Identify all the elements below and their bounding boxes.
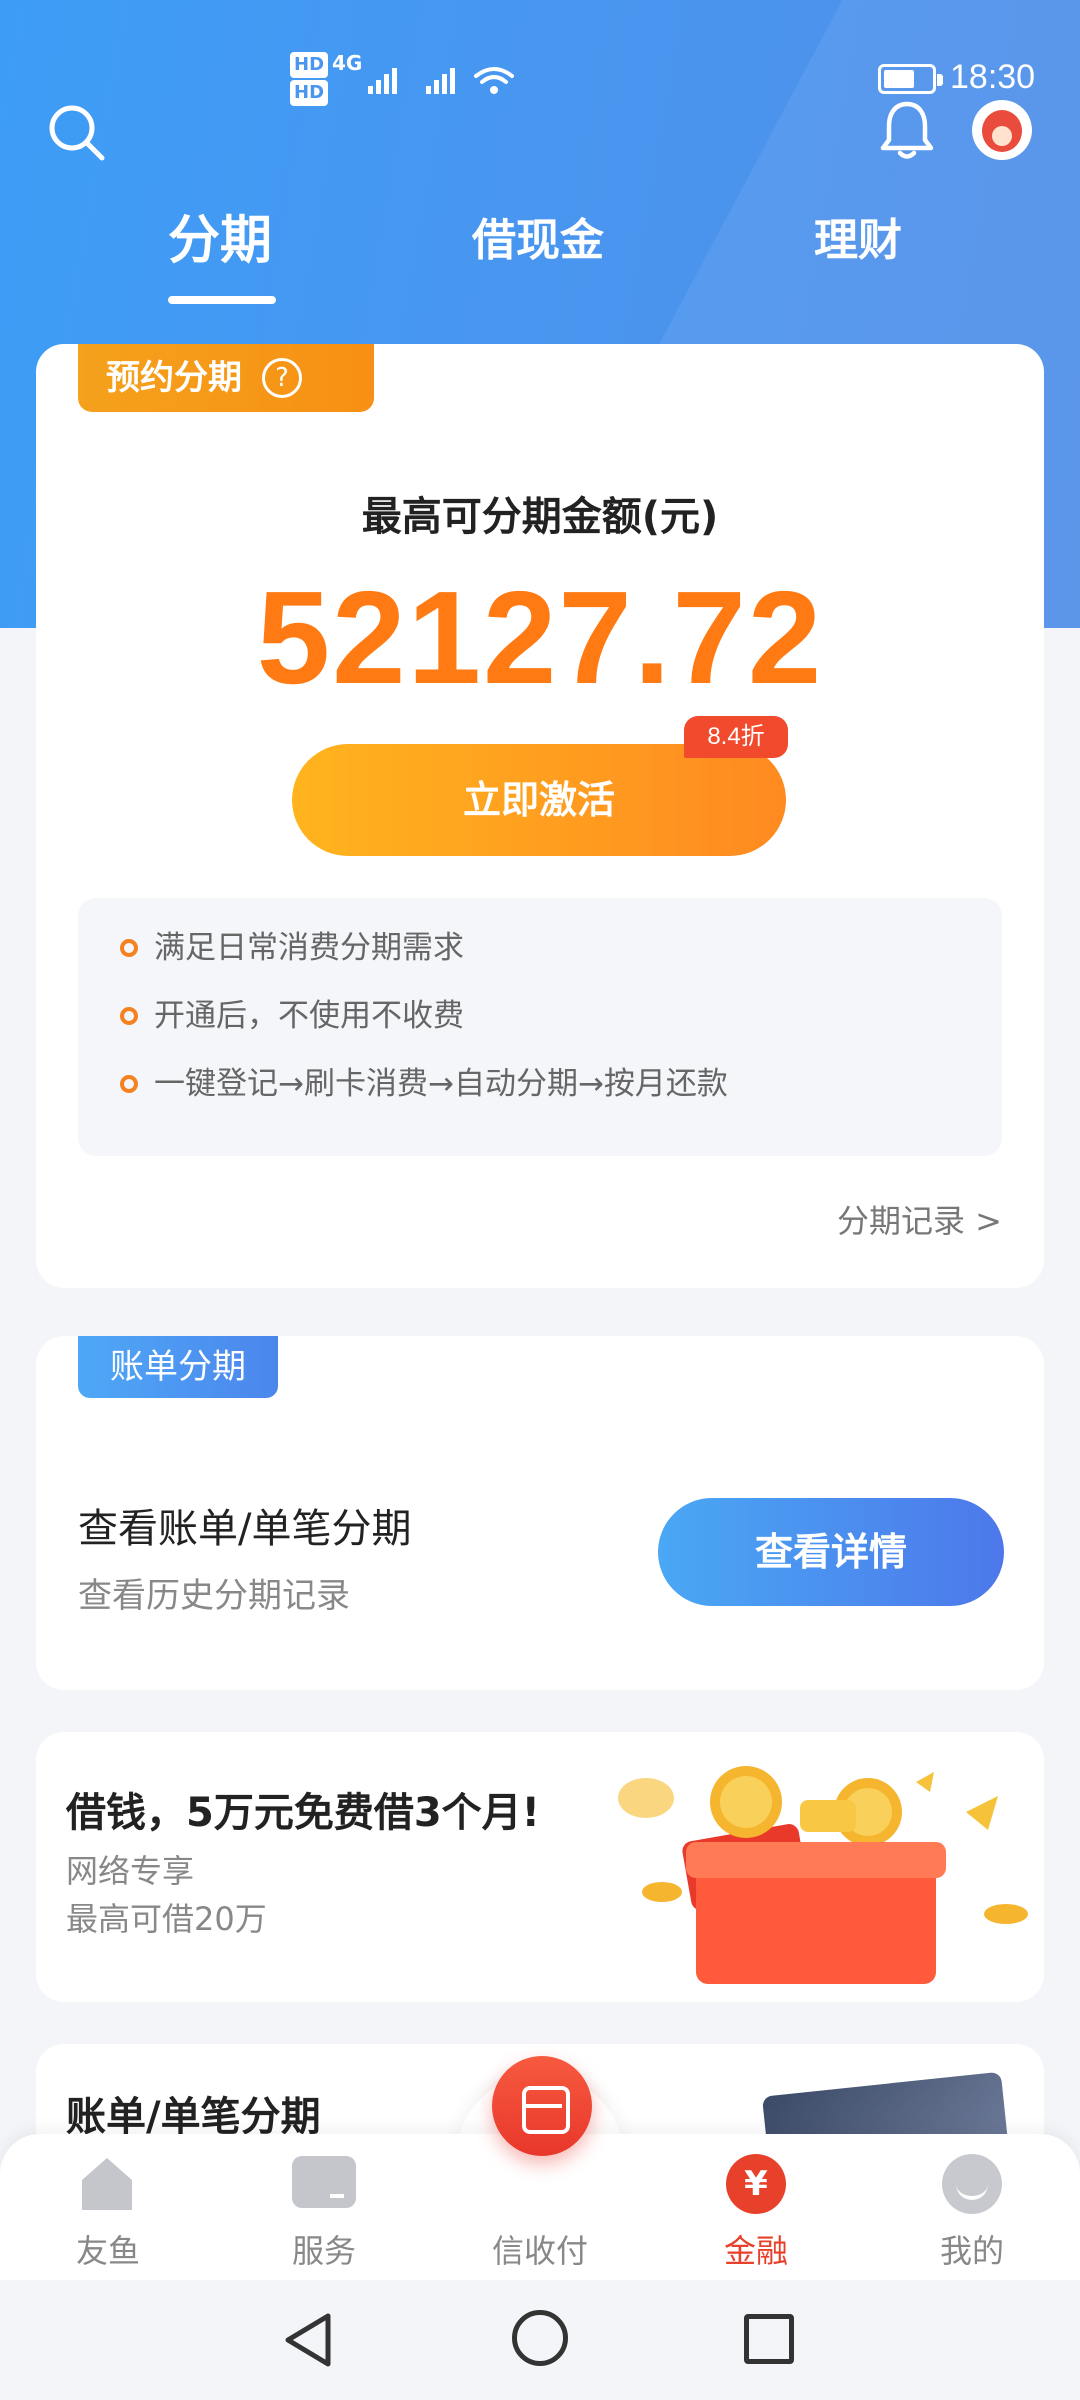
help-icon[interactable]: ? bbox=[262, 358, 302, 398]
limit-amount: 52127.72 bbox=[256, 564, 824, 711]
search-icon[interactable] bbox=[44, 100, 108, 164]
home-icon bbox=[82, 2158, 132, 2210]
signal-wifi-icon bbox=[368, 67, 514, 94]
bill-subtitle: 查看历史分期记录 bbox=[78, 1576, 350, 1616]
tab-installment[interactable]: 分期 bbox=[168, 198, 272, 273]
nav-label: 我的 bbox=[939, 2232, 1004, 2270]
view-details-button[interactable]: 查看详情 bbox=[658, 1498, 1004, 1606]
bottom-nav: 友鱼 服务 信收付 ¥ 金融 我的 bbox=[0, 2056, 1080, 2280]
reserve-installment-badge: 预约分期 bbox=[78, 344, 374, 412]
nav-item-mine[interactable]: 我的 bbox=[892, 2134, 1052, 2280]
loan-subtitle-1: 网络专享 bbox=[66, 1852, 195, 1890]
nav-label: 友鱼 bbox=[75, 2232, 140, 2270]
active-tab-indicator bbox=[168, 296, 276, 304]
service-icon bbox=[292, 2156, 356, 2208]
bullet-icon bbox=[120, 1007, 138, 1025]
bullet-icon bbox=[120, 1075, 138, 1093]
installment-record-link[interactable]: 分期记录 > bbox=[837, 1196, 1002, 1242]
bill-installment-card: 账单分期 查看账单/单笔分期 查看历史分期记录 查看详情 bbox=[36, 1336, 1044, 1690]
signal-indicators: HD 4G HD bbox=[290, 50, 362, 106]
nav-label: 金融 bbox=[723, 2232, 788, 2270]
nav-item-home[interactable]: 友鱼 bbox=[28, 2134, 188, 2280]
avatar[interactable] bbox=[972, 100, 1032, 160]
hd-badge-1: HD bbox=[290, 52, 329, 78]
limit-label: 最高可分期金额(元) bbox=[361, 494, 719, 540]
gift-box-illustration bbox=[618, 1766, 1028, 1984]
profile-icon bbox=[942, 2154, 1002, 2214]
avatar-image bbox=[982, 110, 1022, 152]
hd-badge-2: HD bbox=[290, 80, 329, 106]
loan-title: 借钱，5万元免费借3个月! bbox=[66, 1790, 540, 1836]
list-item: 开通后，不使用不收费 bbox=[78, 992, 1002, 1060]
loan-promo-card[interactable]: 借钱，5万元免费借3个月! 网络专享 最高可借20万 bbox=[36, 1732, 1044, 2002]
nav-label: 服务 bbox=[291, 2232, 356, 2270]
list-item: 满足日常消费分期需求 bbox=[78, 924, 1002, 992]
battery-icon bbox=[878, 64, 943, 94]
loan-subtitle-2: 最高可借20万 bbox=[66, 1900, 267, 1938]
tab-cash-loan[interactable]: 借现金 bbox=[472, 204, 604, 268]
clock: 18:30 bbox=[950, 58, 1036, 96]
bullet-icon bbox=[120, 939, 138, 957]
network-type-1: 4G bbox=[332, 51, 363, 75]
discount-tag: 8.4折 bbox=[684, 716, 788, 758]
system-nav-bar bbox=[0, 2280, 1080, 2400]
feature-text: 满足日常消费分期需求 bbox=[154, 930, 464, 966]
tab-wealth[interactable]: 理财 bbox=[814, 204, 902, 268]
bill-installment-badge: 账单分期 bbox=[78, 1336, 278, 1398]
finance-icon: ¥ bbox=[726, 2154, 786, 2214]
nav-item-service[interactable]: 服务 bbox=[244, 2134, 404, 2280]
top-tabs: 分期 借现金 理财 bbox=[0, 190, 1080, 310]
feature-text: 一键登记→刷卡消费→自动分期→按月还款 bbox=[154, 1066, 728, 1102]
installment-card: 预约分期 ? 最高可分期金额(元) 52127.72 立即激活 8.4折 满足日… bbox=[36, 344, 1044, 1288]
recent-apps-icon[interactable] bbox=[744, 2314, 794, 2364]
home-button-icon[interactable] bbox=[512, 2310, 568, 2366]
nav-item-finance[interactable]: ¥ 金融 bbox=[676, 2134, 836, 2280]
list-item: 一键登记→刷卡消费→自动分期→按月还款 bbox=[78, 1060, 1002, 1128]
bell-icon[interactable] bbox=[878, 98, 936, 162]
pay-icon bbox=[492, 2056, 592, 2156]
bill-title: 查看账单/单笔分期 bbox=[78, 1506, 412, 1552]
feature-text: 开通后，不使用不收费 bbox=[154, 998, 464, 1034]
badge-label: 预约分期 bbox=[106, 358, 242, 398]
nav-label: 信收付 bbox=[491, 2232, 588, 2270]
activate-button[interactable]: 立即激活 bbox=[292, 744, 786, 856]
nav-item-pay[interactable]: 信收付 bbox=[460, 2056, 620, 2280]
feature-list: 满足日常消费分期需求 开通后，不使用不收费 一键登记→刷卡消费→自动分期→按月还… bbox=[78, 898, 1002, 1156]
back-icon[interactable] bbox=[280, 2310, 336, 2370]
